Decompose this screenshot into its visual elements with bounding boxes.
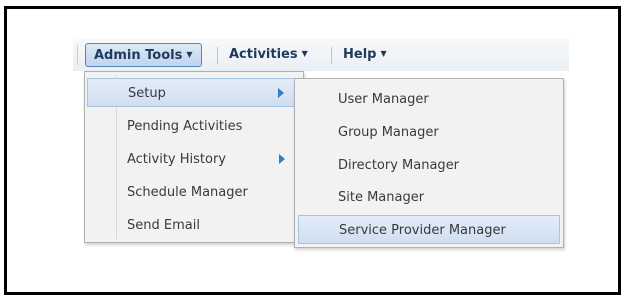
admin-tools-dropdown: Setup Pending Activities Activity Histor… [84,71,304,243]
chevron-down-icon: ▼ [301,49,308,58]
submenu-item-site-manager-label: Site Manager [338,190,425,205]
menu-help-label: Help [343,47,377,62]
menu-bar: Admin Tools ▼ Activities ▼ Help ▼ [73,39,569,71]
menu-item-schedule-manager-label: Schedule Manager [127,185,248,200]
menu-item-activity-history-label: Activity History [127,152,226,167]
submenu-item-site-manager[interactable]: Site Manager [298,183,560,212]
menu-admin-tools[interactable]: Admin Tools ▼ [85,43,202,67]
menu-item-send-email[interactable]: Send Email [87,211,301,240]
setup-submenu: User Manager Group Manager Directory Man… [294,78,564,248]
submenu-arrow-icon [279,154,285,164]
submenu-item-group-manager[interactable]: Group Manager [298,118,560,147]
menu-item-schedule-manager[interactable]: Schedule Manager [87,178,301,207]
submenu-item-directory-manager-label: Directory Manager [338,158,460,173]
menu-item-activity-history[interactable]: Activity History [87,145,301,174]
menu-help[interactable]: Help ▼ [335,43,395,67]
menu-separator [331,47,332,64]
submenu-item-group-manager-label: Group Manager [338,125,439,140]
chevron-down-icon: ▼ [186,50,193,59]
submenu-item-service-provider-manager-label: Service Provider Manager [339,223,506,238]
submenu-item-directory-manager[interactable]: Directory Manager [298,151,560,180]
menu-separator [217,47,218,64]
menu-item-setup-label: Setup [128,86,166,101]
menu-activities[interactable]: Activities ▼ [221,43,316,67]
menu-item-pending-activities[interactable]: Pending Activities [87,112,301,141]
menu-bar-divider [77,45,78,65]
submenu-item-user-manager-label: User Manager [338,92,429,107]
submenu-item-service-provider-manager[interactable]: Service Provider Manager [298,215,560,244]
menu-item-setup[interactable]: Setup [87,78,301,107]
submenu-item-user-manager[interactable]: User Manager [298,85,560,114]
menu-activities-label: Activities [229,47,298,62]
menu-item-pending-activities-label: Pending Activities [127,119,243,134]
menu-item-send-email-label: Send Email [127,218,200,233]
chevron-down-icon: ▼ [380,49,387,58]
submenu-arrow-icon [278,88,284,98]
menu-admin-tools-label: Admin Tools [94,48,183,63]
